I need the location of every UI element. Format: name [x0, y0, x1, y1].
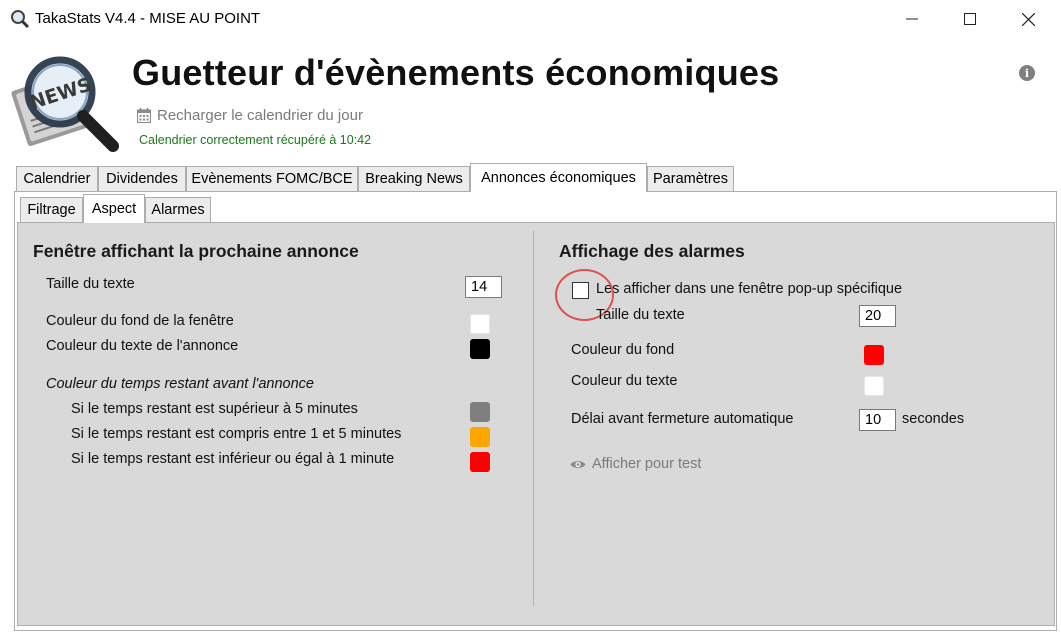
window-bg-color-swatch[interactable] [470, 314, 490, 334]
alarm-text-color-label: Couleur du texte [571, 373, 678, 389]
subtab-filtrage[interactable]: Filtrage [20, 197, 83, 222]
page-title: Guetteur d'évènements économiques [132, 52, 780, 93]
remaining-under-1-label: Si le temps restant est inférieur ou éga… [71, 451, 395, 467]
magnifier-app-icon [11, 10, 30, 29]
close-icon [1021, 12, 1035, 26]
panel-divider [533, 231, 534, 606]
left-section-title: Fenêtre affichant la prochaine annonce [33, 241, 359, 261]
subtab-aspect[interactable]: Aspect [83, 194, 145, 223]
right-section-title: Affichage des alarmes [559, 241, 745, 261]
subtab-alarmes[interactable]: Alarmes [145, 197, 211, 222]
tab-annonces-economiques[interactable]: Annonces économiques [470, 163, 647, 192]
calendar-icon [137, 108, 151, 123]
alarm-text-color-swatch[interactable] [864, 376, 884, 396]
news-magnifier-logo: NEWS [11, 56, 119, 152]
alarm-bg-color-label: Couleur du fond [571, 342, 675, 358]
tab-evenements-fomc-bce[interactable]: Evènements FOMC/BCE [186, 166, 358, 191]
close-button[interactable] [999, 0, 1057, 38]
delay-unit-label: secondes [902, 411, 965, 427]
eye-icon [570, 460, 586, 468]
window-bottom-edge [0, 631, 1061, 642]
remaining-1-to-5-label: Si le temps restant est compris entre 1 … [71, 426, 402, 442]
auto-close-delay-label: Délai avant fermeture automatique [571, 411, 794, 427]
show-test-button[interactable]: Afficher pour test [570, 456, 701, 472]
announcement-text-color-label: Couleur du texte de l'annonce [46, 338, 239, 354]
alarm-text-size-label: Taille du texte [596, 307, 685, 323]
tab-dividendes[interactable]: Dividendes [98, 166, 186, 191]
alarm-bg-color-swatch[interactable] [864, 345, 884, 365]
tab-parametres[interactable]: Paramètres [647, 166, 734, 191]
remaining-over-5-label: Si le temps restant est supérieur à 5 mi… [71, 401, 358, 417]
text-size-input[interactable]: 14 [465, 276, 502, 298]
text-size-label: Taille du texte [46, 276, 135, 292]
alarm-text-size-input[interactable]: 20 [859, 305, 896, 327]
info-icon[interactable]: i [1019, 65, 1035, 81]
popup-checkbox-label: Les afficher dans une fenêtre pop-up spé… [596, 281, 903, 297]
window-title: TakaStats V4.4 - MISE AU POINT [35, 10, 261, 27]
show-test-label: Afficher pour test [592, 456, 702, 472]
remaining-time-heading: Couleur du temps restant avant l'annonce [46, 376, 314, 392]
window-bg-color-label: Couleur du fond de la fenêtre [46, 313, 234, 329]
minimize-button[interactable] [883, 0, 941, 38]
status-message: Calendrier correctement récupéré à 10:42 [139, 133, 372, 147]
minimize-icon [906, 18, 918, 20]
tab-calendrier[interactable]: Calendrier [16, 166, 98, 191]
maximize-button[interactable] [941, 0, 999, 38]
remaining-1-to-5-swatch[interactable] [470, 427, 490, 447]
tab-breaking-news[interactable]: Breaking News [358, 166, 470, 191]
maximize-icon [964, 13, 976, 25]
remaining-over-5-swatch[interactable] [470, 402, 490, 422]
remaining-under-1-swatch[interactable] [470, 452, 490, 472]
reload-calendar-label: Recharger le calendrier du jour [157, 107, 363, 124]
reload-calendar-button[interactable]: Recharger le calendrier du jour [137, 107, 363, 124]
auto-close-delay-input[interactable]: 10 [859, 409, 896, 431]
announcement-text-color-swatch[interactable] [470, 339, 490, 359]
